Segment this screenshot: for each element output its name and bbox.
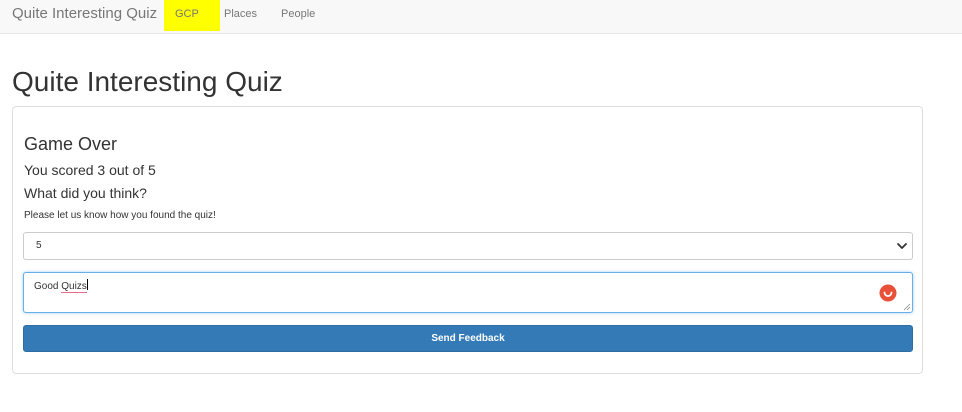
feedback-word-2: Quizs bbox=[61, 281, 87, 293]
feedback-textarea-value: Good Quizs bbox=[34, 279, 88, 293]
game-over-panel: Game Over You scored 3 out of 5 What did… bbox=[12, 106, 923, 374]
feedback-word-1: Good bbox=[34, 281, 59, 292]
feedback-hint: Please let us know how you found the qui… bbox=[24, 210, 216, 221]
navbar: Quite Interesting Quiz GCP Places People bbox=[0, 0, 962, 34]
grammar-check-icon[interactable] bbox=[879, 284, 897, 302]
page-title: Quite Interesting Quiz bbox=[12, 66, 283, 97]
game-over-heading: Game Over bbox=[24, 134, 118, 154]
resize-handle-icon[interactable] bbox=[903, 303, 911, 311]
text-caret bbox=[86, 279, 88, 290]
score-text: You scored 3 out of 5 bbox=[24, 162, 156, 178]
chevron-down-icon bbox=[897, 243, 907, 249]
rating-select-value: 5 bbox=[36, 240, 42, 251]
feedback-question: What did you think? bbox=[24, 185, 147, 201]
feedback-textarea[interactable]: Good Quizs bbox=[23, 272, 913, 313]
navbar-brand[interactable]: Quite Interesting Quiz bbox=[12, 5, 157, 23]
rating-select[interactable]: 5 bbox=[23, 232, 913, 260]
send-feedback-button[interactable]: Send Feedback bbox=[23, 325, 913, 352]
nav-link-places[interactable]: Places bbox=[224, 8, 257, 21]
nav-link-people[interactable]: People bbox=[281, 8, 315, 21]
nav-link-gcp[interactable]: GCP bbox=[175, 8, 199, 21]
